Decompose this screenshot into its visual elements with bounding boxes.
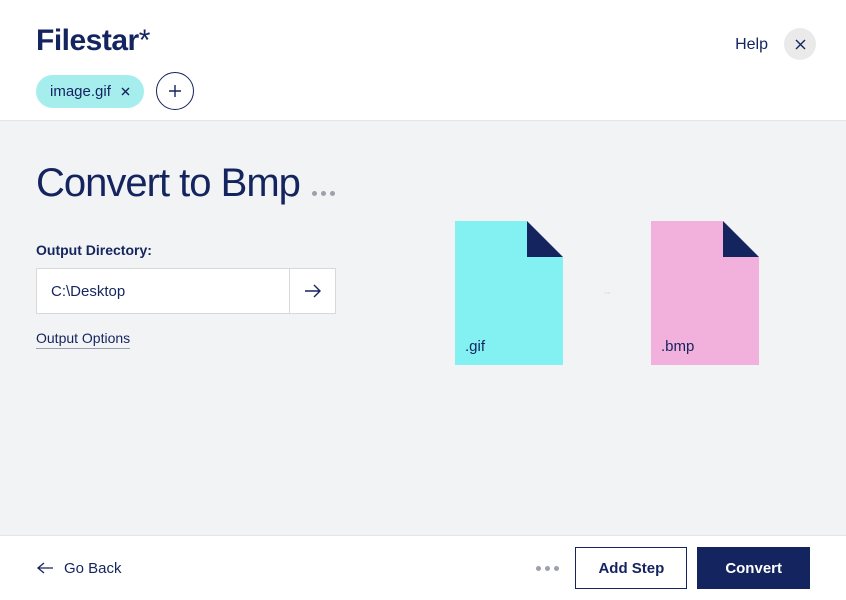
target-file-card: .bmp bbox=[651, 221, 759, 365]
add-file-button[interactable] bbox=[156, 72, 194, 110]
browse-button[interactable] bbox=[290, 268, 336, 314]
header: Filestar* Help image.gif bbox=[0, 0, 846, 120]
source-file-card: .gif bbox=[455, 221, 563, 365]
app-logo: Filestar* bbox=[36, 24, 810, 58]
file-chip-label: image.gif bbox=[50, 83, 111, 100]
remove-file-icon[interactable] bbox=[121, 87, 130, 96]
footer-more-button[interactable] bbox=[536, 566, 559, 571]
arrow-right-icon bbox=[562, 292, 652, 294]
file-chip-row: image.gif bbox=[36, 72, 810, 110]
arrow-left-icon bbox=[36, 562, 54, 574]
convert-button[interactable]: Convert bbox=[697, 547, 810, 589]
add-step-button[interactable]: Add Step bbox=[575, 547, 687, 589]
title-more-button[interactable] bbox=[312, 191, 335, 196]
source-file-fold bbox=[527, 221, 563, 257]
close-icon bbox=[121, 87, 130, 96]
target-file-fold bbox=[723, 221, 759, 257]
go-back-label: Go Back bbox=[64, 560, 122, 577]
help-link[interactable]: Help bbox=[735, 36, 768, 54]
close-button[interactable] bbox=[784, 28, 816, 60]
output-options-link[interactable]: Output Options bbox=[36, 330, 130, 349]
page-title-row: Convert to Bmp bbox=[36, 161, 810, 206]
footer-actions: Add Step Convert bbox=[536, 547, 810, 589]
footer: Go Back Add Step Convert bbox=[0, 535, 846, 600]
plus-icon bbox=[168, 84, 182, 98]
source-ext-label: .gif bbox=[465, 338, 485, 355]
target-ext-label: .bmp bbox=[661, 338, 694, 355]
logo-star: * bbox=[139, 24, 150, 57]
main-panel: Convert to Bmp Output Directory: Output … bbox=[0, 120, 846, 535]
output-directory-input[interactable] bbox=[36, 268, 290, 314]
conversion-diagram: .gif .bmp bbox=[455, 221, 759, 365]
file-chip[interactable]: image.gif bbox=[36, 75, 144, 108]
arrow-right-icon bbox=[304, 284, 322, 298]
app-name: Filestar bbox=[36, 24, 139, 57]
go-back-button[interactable]: Go Back bbox=[36, 560, 122, 577]
page-title: Convert to Bmp bbox=[36, 161, 300, 206]
output-directory-row bbox=[36, 268, 336, 314]
close-icon bbox=[795, 39, 806, 50]
